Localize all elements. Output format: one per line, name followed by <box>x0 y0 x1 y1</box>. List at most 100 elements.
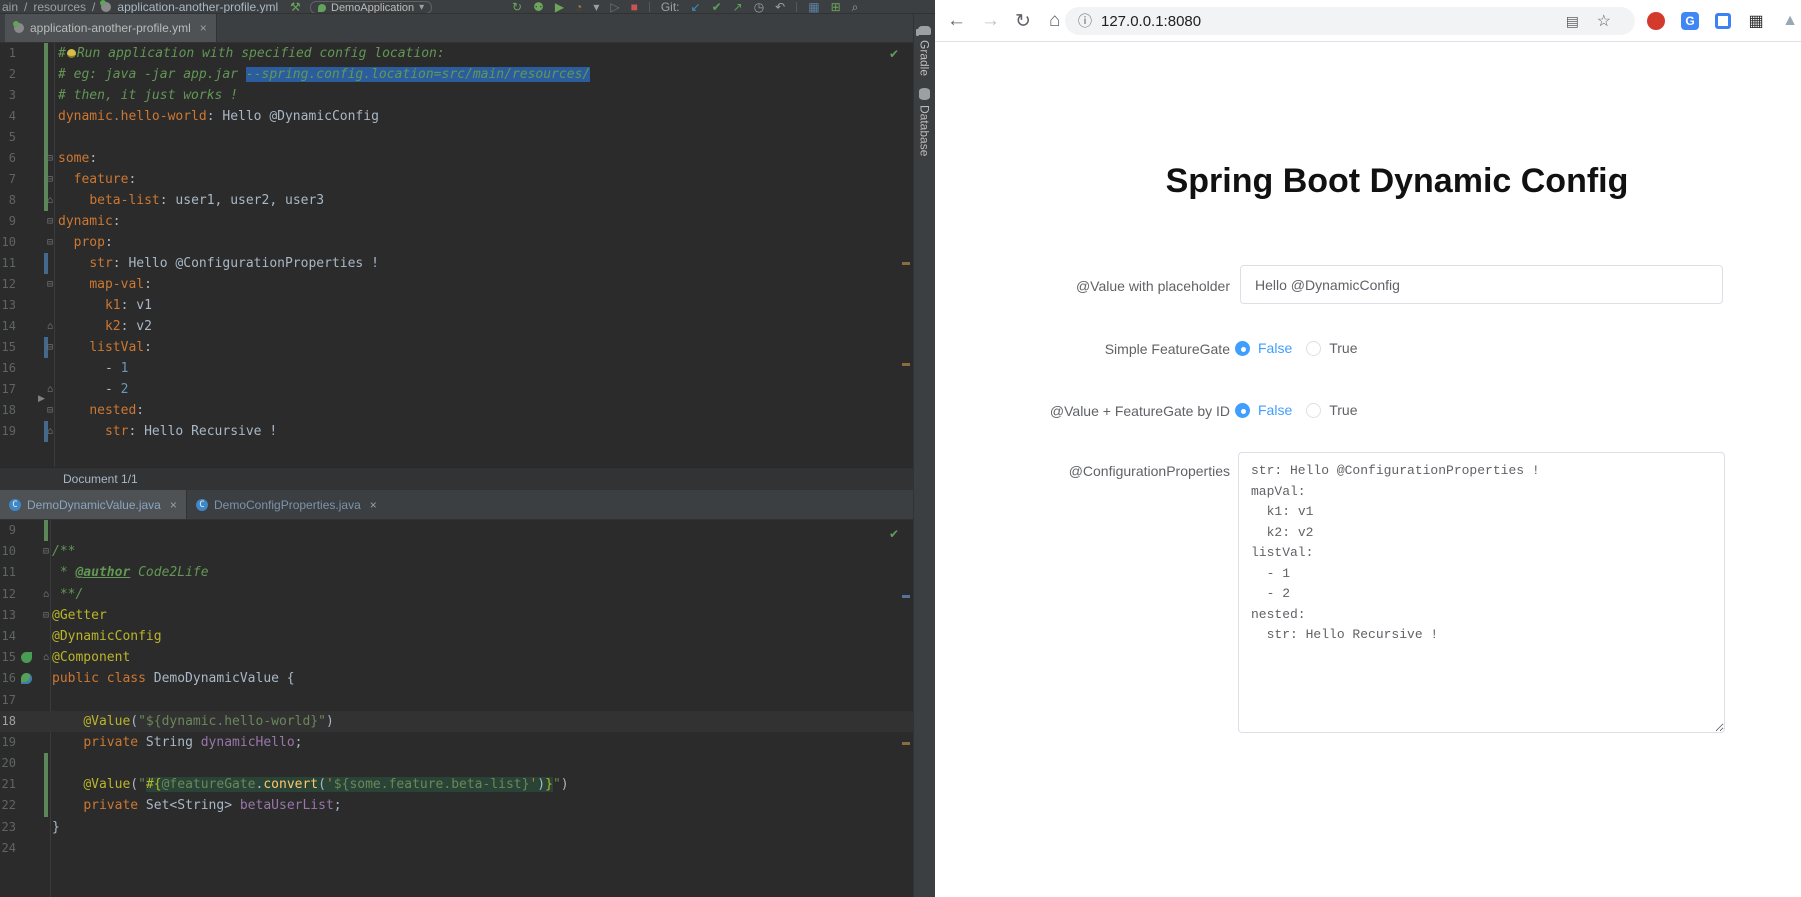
debug-icon[interactable]: ⚉ <box>533 0 544 14</box>
rerun-icon[interactable]: ↻ <box>512 0 522 14</box>
code-line[interactable]: 5 <box>0 127 913 148</box>
stop-icon[interactable]: ■ <box>631 0 638 14</box>
code-line[interactable]: 18 @Value("${dynamic.hello-world}") <box>0 711 913 732</box>
code-line[interactable]: 10⊟ prop: <box>0 232 913 253</box>
code-line[interactable]: 18⊟ nested: <box>0 400 913 421</box>
breadcrumb-item[interactable]: application-another-profile.yml <box>117 0 278 14</box>
page-info-icon[interactable]: ⓘ <box>1078 11 1092 31</box>
translate-icon[interactable]: ▤ <box>1566 13 1579 30</box>
fold-marker-icon[interactable]: ⊟ <box>47 274 53 295</box>
code-line[interactable]: 24 <box>0 838 913 859</box>
forward-icon[interactable]: → <box>981 0 1000 42</box>
fold-marker-icon[interactable]: ⊟ <box>43 541 49 562</box>
fold-marker-icon[interactable]: ⊟ <box>47 337 53 358</box>
search-icon[interactable]: ⌕ <box>852 0 859 14</box>
code-line[interactable]: 23} <box>0 817 913 838</box>
fold-marker-icon[interactable]: ⌂ <box>47 379 53 400</box>
stripe-mark[interactable] <box>902 363 910 366</box>
fold-marker-icon[interactable]: ⌂ <box>43 647 49 668</box>
code-line[interactable]: 3# then, it just works ! <box>0 85 913 106</box>
bookmark-star-icon[interactable]: ☆ <box>1597 11 1611 31</box>
code-line[interactable]: 19⌂ str: Hello Recursive ! <box>0 421 913 442</box>
tab-demodynamicvalue[interactable]: C DemoDynamicValue.java × <box>0 490 187 519</box>
code-line[interactable]: 14⌂ k2: v2 <box>0 316 913 337</box>
git-push-icon[interactable]: ↗ <box>733 0 743 14</box>
toolwindow-gradle[interactable]: Gradle <box>914 26 935 76</box>
rocket-ext-icon[interactable]: ▲ <box>1781 12 1799 30</box>
code-line[interactable]: 16public class DemoDynamicValue { <box>0 668 913 689</box>
code-line[interactable]: 19 private String dynamicHello; <box>0 732 913 753</box>
stripe-mark[interactable] <box>902 595 910 598</box>
profiler-icon[interactable]: ◔ <box>575 0 582 14</box>
tab-democonfigproperties[interactable]: C DemoConfigProperties.java × <box>187 490 386 519</box>
code-line[interactable]: 7⊟ feature: <box>0 169 913 190</box>
fold-marker-icon[interactable]: ⊟ <box>47 232 53 253</box>
intention-bulb-icon[interactable] <box>67 49 76 58</box>
radio-label[interactable]: True <box>1329 340 1357 356</box>
radio-true[interactable] <box>1306 403 1321 418</box>
close-icon[interactable]: × <box>170 498 177 512</box>
run-window-icon[interactable]: ⊞ <box>831 0 841 14</box>
code-line[interactable]: 12⌂ **/ <box>0 584 913 605</box>
reload-icon[interactable]: ↻ <box>1015 0 1031 42</box>
spring-bean-icon[interactable] <box>21 673 32 684</box>
code-line[interactable]: 13 k1: v1 <box>0 295 913 316</box>
radio-false[interactable] <box>1235 403 1250 418</box>
yaml-editor[interactable]: 1#Run application with specified config … <box>0 43 913 467</box>
code-line[interactable]: 9⊟dynamic: <box>0 211 913 232</box>
code-line[interactable]: 14@DynamicConfig <box>0 626 913 647</box>
code-line[interactable]: 20 <box>0 753 913 774</box>
build-hammer-icon[interactable]: ⚒ <box>290 0 301 14</box>
radio-true[interactable] <box>1306 341 1321 356</box>
code-line[interactable]: 4dynamic.hello-world: Hello @DynamicConf… <box>0 106 913 127</box>
radio-label[interactable]: False <box>1258 340 1292 356</box>
code-line[interactable]: 22 private Set<String> betaUserList; <box>0 795 913 816</box>
fold-marker-icon[interactable]: ⊟ <box>47 400 53 421</box>
run-config-select[interactable]: DemoApplication ▾ <box>310 1 432 14</box>
breadcrumb-item[interactable]: ain <box>2 0 18 14</box>
selection-ext-icon[interactable] <box>1715 13 1731 29</box>
code-line[interactable]: 6⊟some: <box>0 148 913 169</box>
fold-marker-icon[interactable]: ⊟ <box>43 605 49 626</box>
code-line[interactable]: 12⊟ map-val: <box>0 274 913 295</box>
layout-icon[interactable]: ▦ <box>808 0 819 14</box>
git-update-icon[interactable]: ↙ <box>691 0 701 14</box>
code-line[interactable]: 11 * @author Code2Life <box>0 562 913 583</box>
spring-component-icon[interactable] <box>21 652 32 663</box>
qr-ext-icon[interactable]: ▦ <box>1747 12 1765 30</box>
code-line[interactable]: 2# eg: java -jar app.jar --spring.config… <box>0 64 913 85</box>
git-commit-icon[interactable]: ✔ <box>712 0 722 14</box>
stripe-mark[interactable] <box>902 262 910 265</box>
rollback-icon[interactable]: ↶ <box>775 0 785 14</box>
address-bar[interactable]: ⓘ 127.0.0.1:8080 ▤ ☆ <box>1065 7 1635 35</box>
code-line[interactable]: 9 <box>0 520 913 541</box>
code-line[interactable]: 15⊟ listVal: <box>0 337 913 358</box>
inspections-ok-icon[interactable]: ✔ <box>889 47 899 61</box>
back-icon[interactable]: ← <box>947 0 966 42</box>
inspections-ok-icon[interactable]: ✔ <box>889 527 899 541</box>
java-editor[interactable]: 910⊟/**11 * @author Code2Life12⌂ **/13⊟@… <box>0 520 913 897</box>
code-line[interactable]: 10⊟/** <box>0 541 913 562</box>
close-icon[interactable]: × <box>370 498 377 512</box>
code-line[interactable]: 17 <box>0 690 913 711</box>
fold-marker-icon[interactable]: ⊟ <box>47 169 53 190</box>
toolwindow-database[interactable]: Database <box>914 88 935 156</box>
home-icon[interactable]: ⌂ <box>1049 0 1060 42</box>
attach-run-icon[interactable]: ▷ <box>610 0 619 14</box>
code-line[interactable]: 11 str: Hello @ConfigurationProperties ! <box>0 253 913 274</box>
stripe-mark[interactable] <box>902 742 910 745</box>
code-line[interactable]: 21 @Value("#{@featureGate.convert('${som… <box>0 774 913 795</box>
breadcrumb-item[interactable]: resources <box>33 0 86 14</box>
code-line[interactable]: 16 - 1 <box>0 358 913 379</box>
code-line[interactable]: 8⌂ beta-list: user1, user2, user3 <box>0 190 913 211</box>
translate-ext-icon[interactable]: G <box>1681 12 1699 30</box>
fold-marker-icon[interactable]: ⌂ <box>47 421 53 442</box>
gutter-play-icon[interactable]: ▶ <box>38 393 45 404</box>
run-coverage-icon[interactable]: ▶ <box>555 0 564 14</box>
code-line[interactable]: 1#Run application with specified config … <box>0 43 913 64</box>
fold-marker-icon[interactable]: ⊟ <box>47 148 53 169</box>
value-with-placeholder-input[interactable] <box>1240 265 1723 304</box>
radio-label[interactable]: True <box>1329 402 1357 418</box>
configuration-properties-textarea[interactable]: str: Hello @ConfigurationProperties ! ma… <box>1238 452 1725 733</box>
tab-application-another-profile[interactable]: application-another-profile.yml × <box>5 14 217 42</box>
